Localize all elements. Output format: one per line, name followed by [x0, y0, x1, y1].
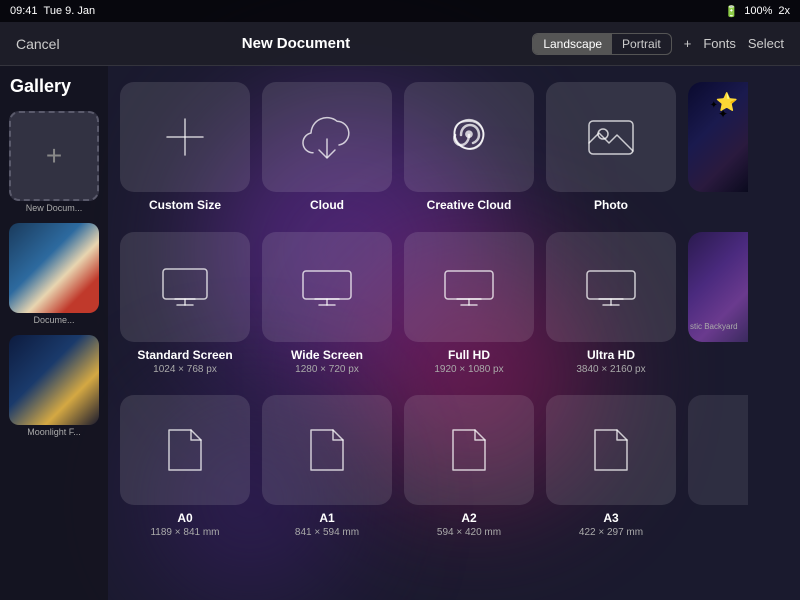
ultra-hd-size: 3840 × 2160 px	[576, 364, 645, 375]
status-bar: 09:41 Tue 9. Jan 🔋 100% 2x	[0, 0, 800, 22]
creative-cloud-label: Creative Cloud	[427, 198, 512, 212]
a1-label: A1	[319, 511, 334, 525]
document-title: New Document	[242, 35, 350, 52]
document-a3-icon	[581, 420, 641, 480]
a2-icon-box	[404, 395, 534, 505]
new-document-label: New Docum...	[9, 203, 99, 213]
plus-icon: +	[46, 142, 62, 170]
a3-size: 422 × 297 mm	[579, 527, 643, 538]
document-thumb-1[interactable]	[9, 223, 99, 313]
standard-screen-label: Standard Screen	[137, 348, 232, 362]
partial-label: stic Backyard	[688, 232, 748, 331]
standard-screen-size: 1024 × 768 px	[153, 364, 217, 375]
photo-icon	[581, 107, 641, 167]
partial-card-2: stic Backyard	[688, 232, 748, 375]
monitor-fullhd-icon	[439, 257, 499, 317]
cloud-label: Cloud	[310, 198, 344, 212]
document-label-2: Moonlight F...	[9, 427, 99, 437]
cancel-button[interactable]: Cancel	[16, 36, 60, 52]
add-button[interactable]: +	[684, 36, 692, 51]
gallery-label: Gallery	[6, 76, 71, 97]
partial-paper-thumb	[688, 395, 748, 505]
landscape-button[interactable]: Landscape	[533, 34, 612, 54]
wide-screen-label: Wide Screen	[291, 348, 363, 362]
main-layout: Gallery + New Docum... Docume... Moonlig…	[0, 66, 800, 600]
status-time: 09:41	[10, 5, 38, 17]
full-hd-size: 1920 × 1080 px	[434, 364, 503, 375]
template-photo[interactable]: Photo	[546, 82, 676, 212]
battery-label: 2x	[778, 5, 790, 17]
template-a1[interactable]: A1 841 × 594 mm	[262, 395, 392, 538]
full-hd-icon-box	[404, 232, 534, 342]
orientation-toggle: Landscape Portrait	[532, 33, 671, 55]
template-ultra-hd[interactable]: Ultra HD 3840 × 2160 px	[546, 232, 676, 375]
partial-card-3	[688, 395, 748, 538]
row-3: A0 1189 × 841 mm A1 841 × 594 mm	[120, 395, 788, 538]
top-bar: Cancel New Document Landscape Portrait +…	[0, 22, 800, 66]
template-grid: Custom Size Cloud ☉	[108, 66, 800, 600]
cloud-download-icon	[297, 107, 357, 167]
row-1: Custom Size Cloud ☉	[120, 82, 788, 212]
a1-size: 841 × 594 mm	[295, 527, 359, 538]
select-button[interactable]: Select	[748, 36, 784, 51]
ultra-hd-icon-box	[546, 232, 676, 342]
full-hd-label: Full HD	[448, 348, 490, 362]
a2-size: 594 × 420 mm	[437, 527, 501, 538]
photo-label: Photo	[594, 198, 628, 212]
template-standard-screen[interactable]: Standard Screen 1024 × 768 px	[120, 232, 250, 375]
row-2: Standard Screen 1024 × 768 px Wide Scree…	[120, 232, 788, 375]
sidebar: Gallery + New Docum... Docume... Moonlig…	[0, 66, 108, 600]
template-full-hd[interactable]: Full HD 1920 × 1080 px	[404, 232, 534, 375]
portrait-button[interactable]: Portrait	[612, 34, 671, 54]
a0-size: 1189 × 841 mm	[150, 527, 219, 538]
photo-icon-box	[546, 82, 676, 192]
a3-label: A3	[603, 511, 618, 525]
monitor-wide-icon	[297, 257, 357, 317]
creative-cloud-icon: ☉	[439, 107, 499, 167]
standard-screen-icon-box	[120, 232, 250, 342]
ultra-hd-label: Ultra HD	[587, 348, 635, 362]
wide-screen-icon-box	[262, 232, 392, 342]
custom-size-icon-box	[120, 82, 250, 192]
status-day: Tue 9. Jan	[44, 5, 96, 17]
plus-large-icon	[155, 107, 215, 167]
wide-screen-size: 1280 × 720 px	[295, 364, 359, 375]
template-a2[interactable]: A2 594 × 420 mm	[404, 395, 534, 538]
template-a0[interactable]: A0 1189 × 841 mm	[120, 395, 250, 538]
battery-percent: 100%	[744, 5, 772, 17]
custom-size-label: Custom Size	[149, 198, 221, 212]
document-thumb-2[interactable]	[9, 335, 99, 425]
a1-icon-box	[262, 395, 392, 505]
monitor-ultrahd-icon	[581, 257, 641, 317]
document-label-1: Docume...	[9, 315, 99, 325]
a0-label: A0	[177, 511, 192, 525]
monitor-standard-icon	[155, 257, 215, 317]
a3-icon-box	[546, 395, 676, 505]
creative-cloud-icon-box: ☉	[404, 82, 534, 192]
fonts-button[interactable]: Fonts	[703, 36, 736, 51]
template-creative-cloud[interactable]: ☉ Creative Cloud	[404, 82, 534, 212]
battery-icon: 🔋	[725, 5, 739, 18]
cloud-icon-box	[262, 82, 392, 192]
night-card-thumb: ⭐ ✦ ✦	[688, 82, 748, 192]
artistic-card-thumb: stic Backyard	[688, 232, 748, 342]
template-custom-size[interactable]: Custom Size	[120, 82, 250, 212]
partial-card-1: ⭐ ✦ ✦	[688, 82, 748, 212]
new-document-thumb[interactable]: +	[9, 111, 99, 201]
template-a3[interactable]: A3 422 × 297 mm	[546, 395, 676, 538]
document-a2-icon	[439, 420, 499, 480]
template-cloud[interactable]: Cloud	[262, 82, 392, 212]
template-wide-screen[interactable]: Wide Screen 1280 × 720 px	[262, 232, 392, 375]
a2-label: A2	[461, 511, 476, 525]
document-a1-icon	[297, 420, 357, 480]
document-a0-icon	[155, 420, 215, 480]
a0-icon-box	[120, 395, 250, 505]
